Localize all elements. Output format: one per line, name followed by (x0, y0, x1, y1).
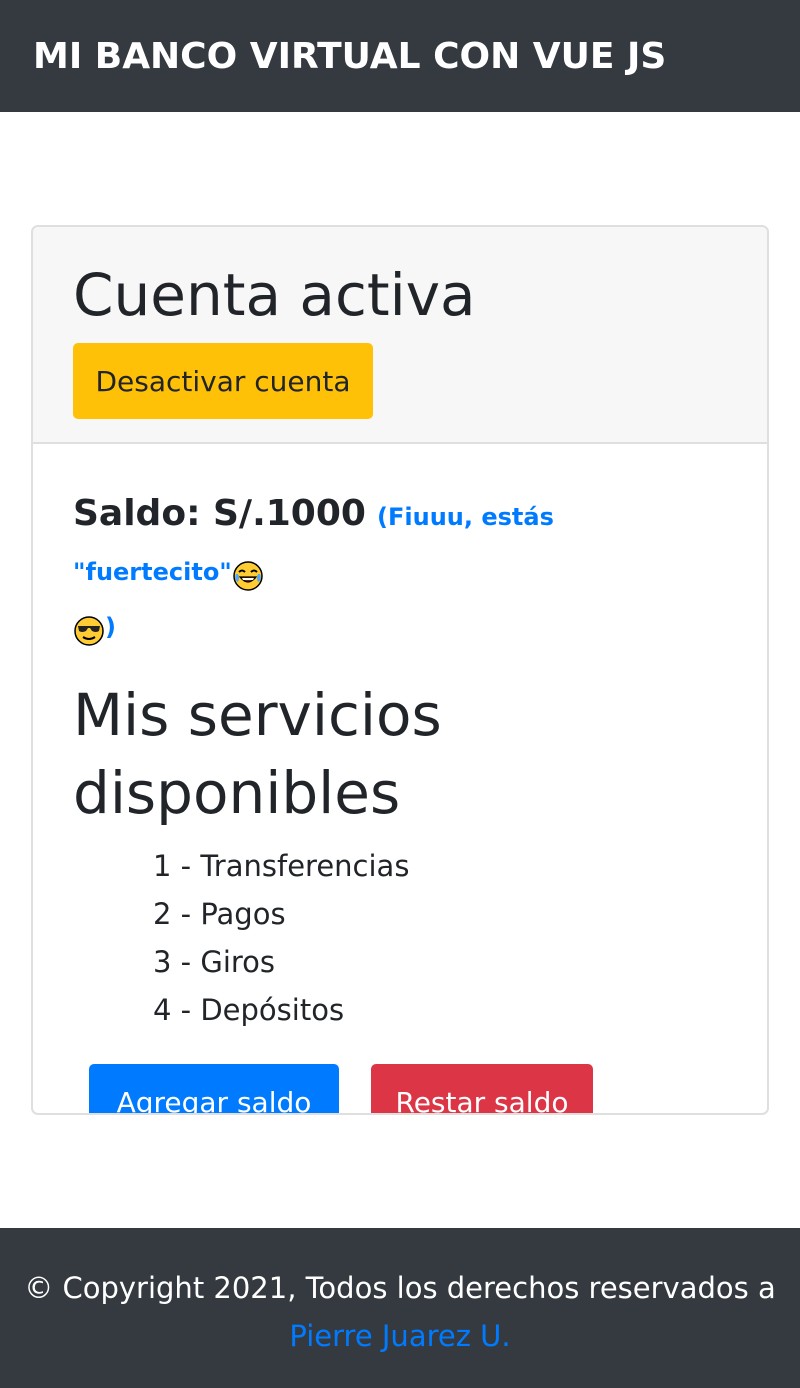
card-body: Saldo: S/.1000 (Fiuuu, estás "fuertecito… (33, 444, 767, 1113)
list-item: 1 - Transferencias (153, 849, 410, 883)
add-balance-button[interactable]: Agregar saldo (89, 1064, 339, 1113)
smiling-face-with-sunglasses-icon (74, 615, 104, 646)
card-header: Cuenta activa Desactivar cuenta (33, 227, 767, 444)
author-link[interactable]: Pierre Juarez U. (289, 1319, 510, 1353)
subtract-balance-button[interactable]: Restar saldo (371, 1064, 593, 1113)
brand-title[interactable]: MI BANCO VIRTUAL CON VUE JS (33, 36, 666, 77)
balance-line: Saldo: S/.1000 (Fiuuu, estás "fuertecito… (73, 488, 713, 656)
navbar: MI BANCO VIRTUAL CON VUE JS (0, 0, 800, 112)
list-item: 4 - Depósitos (153, 993, 345, 1027)
copyright-text: © Copyright 2021, Todos los derechos res… (24, 1271, 776, 1305)
balance-text: Saldo: S/.1000 (73, 493, 366, 534)
list-item: 3 - Giros (153, 945, 276, 979)
services-list: 1 - Transferencias 2 - Pagos 3 - Giros 4… (73, 842, 767, 1034)
footer: © Copyright 2021, Todos los derechos res… (0, 1228, 800, 1388)
balance-actions: Agregar saldo Restar saldo (73, 1064, 767, 1113)
account-status-title: Cuenta activa (73, 261, 476, 329)
balance-note-end: ) (105, 613, 116, 641)
account-card: Cuenta activa Desactivar cuenta Saldo: S… (31, 225, 769, 1115)
deactivate-account-button[interactable]: Desactivar cuenta (73, 343, 373, 419)
list-item: 2 - Pagos (153, 897, 286, 931)
services-title: Mis servicios disponibles (73, 681, 442, 827)
face-with-tears-of-joy-icon (233, 560, 263, 591)
